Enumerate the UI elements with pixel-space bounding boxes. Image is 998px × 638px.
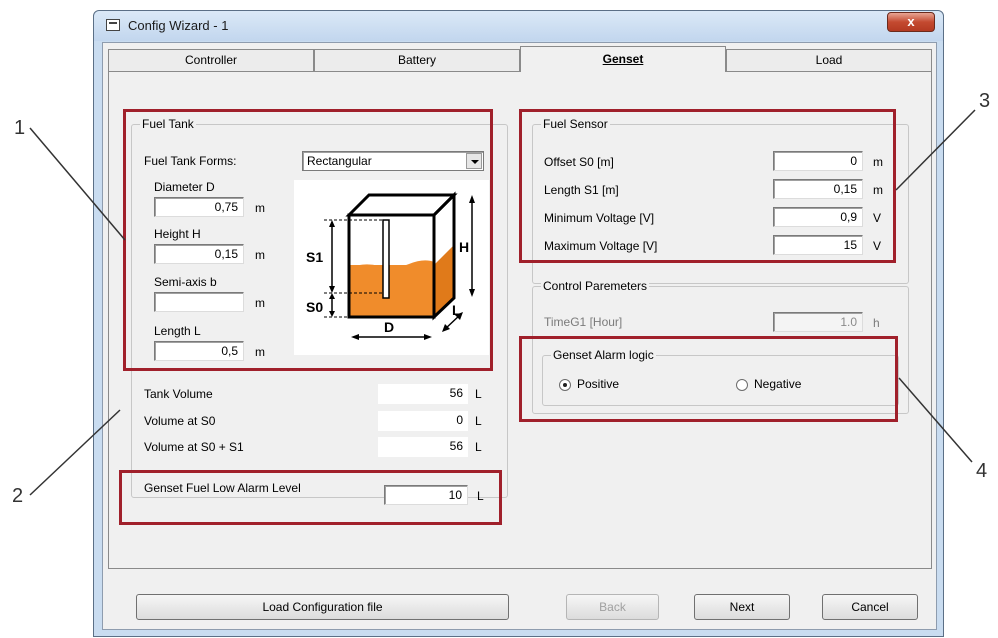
callout-number-4: 4	[976, 460, 988, 482]
callout-number-2: 2	[12, 485, 24, 507]
callout-lines	[29, 109, 976, 496]
callout-number-3: 3	[979, 90, 991, 112]
callout-number-1: 1	[14, 117, 26, 139]
tab-genset[interactable]: Genset	[520, 46, 726, 72]
